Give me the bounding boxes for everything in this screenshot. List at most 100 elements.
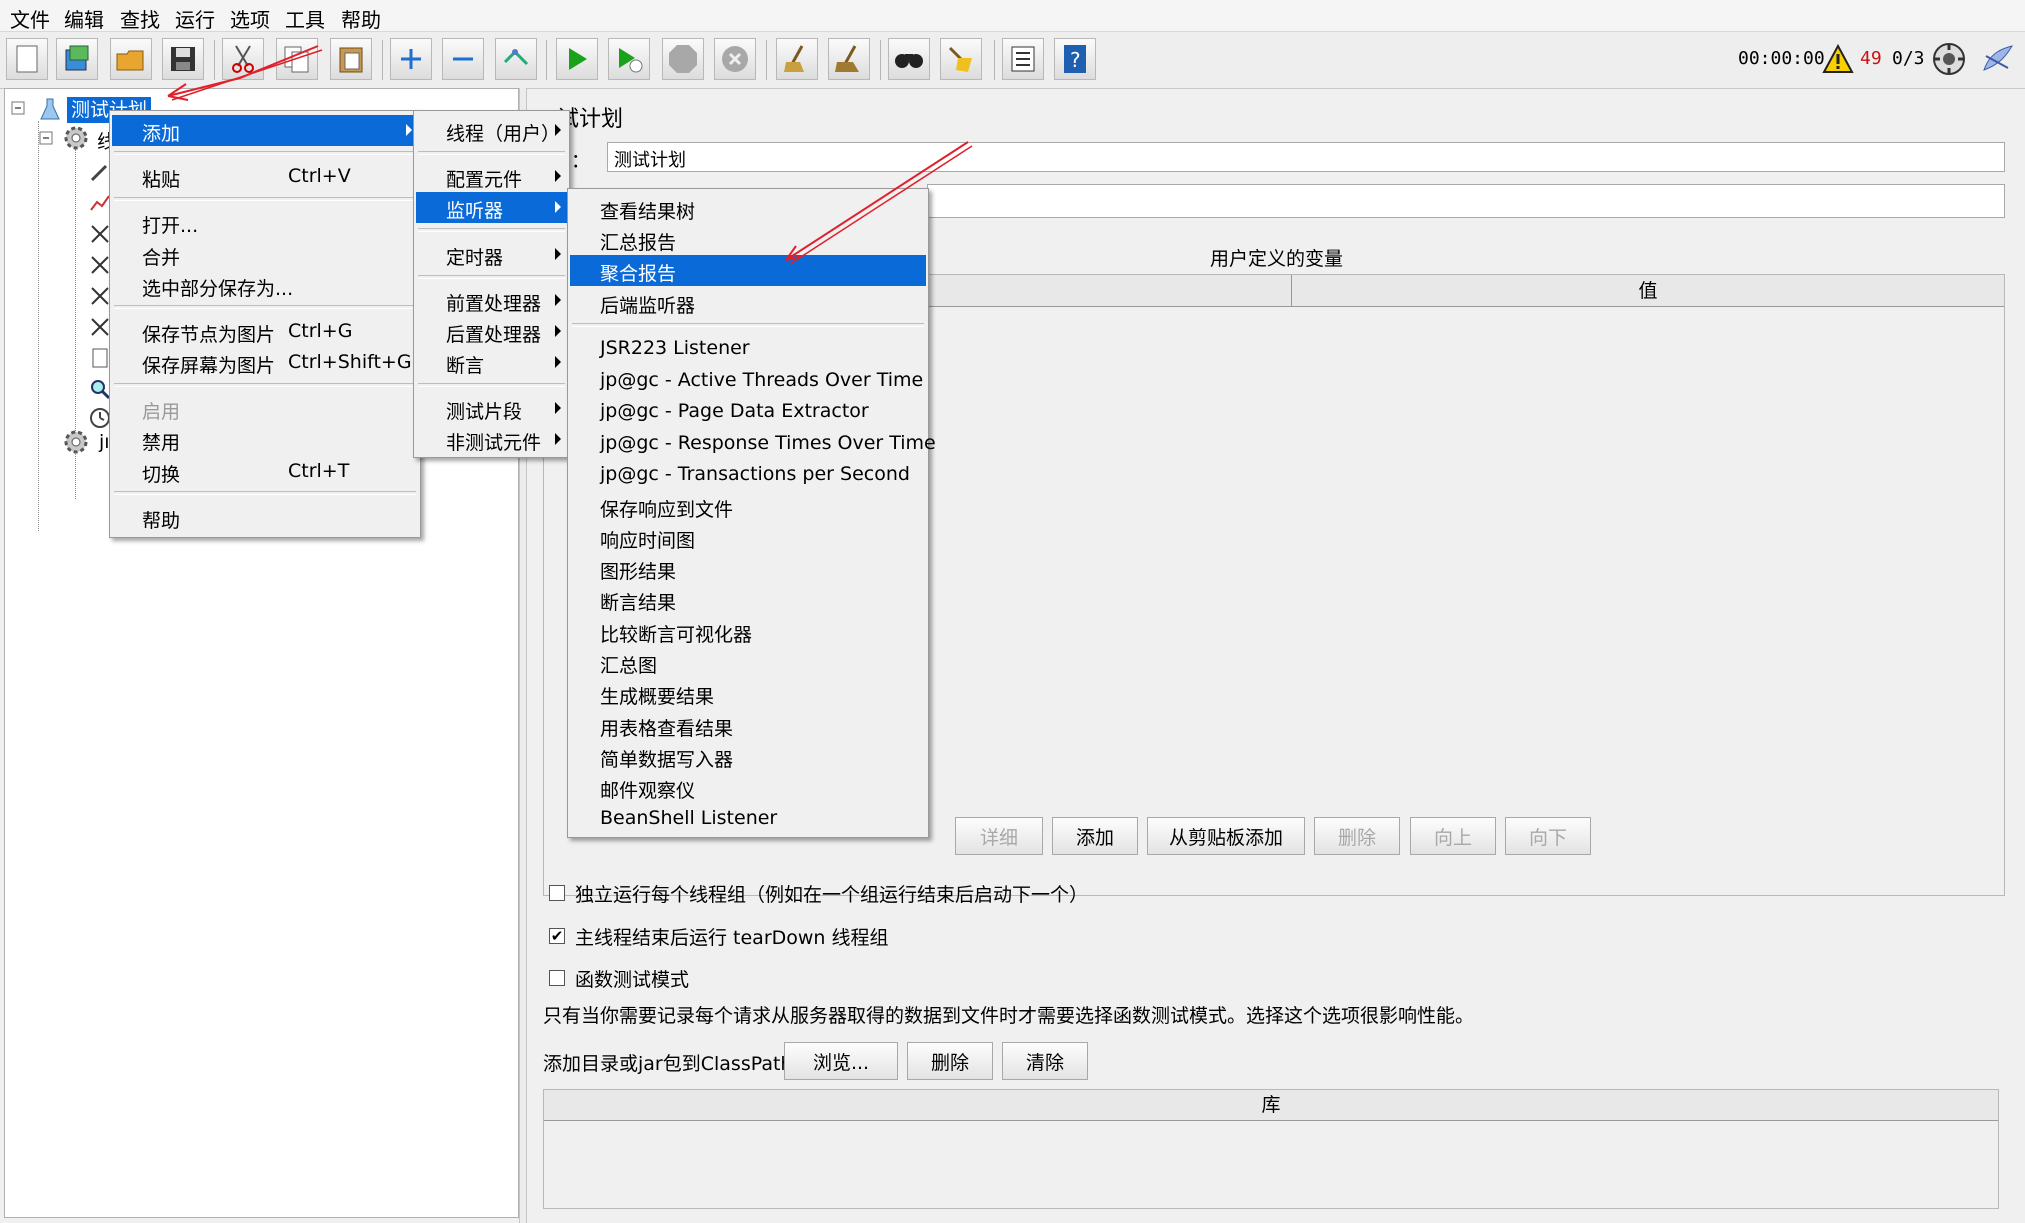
tree-node-second[interactable]: jı [99,431,110,453]
listener-response-time-graph[interactable]: 响应时间图 [570,522,926,553]
listener-mailer-visualizer[interactable]: 邮件观察仪 [570,772,926,803]
context-item-save-selection[interactable]: 选中部分保存为... [112,270,418,301]
listener-aggregate-graph[interactable]: 汇总图 [570,647,926,678]
tree-collapse-toggle[interactable] [11,101,27,117]
detail-button[interactable]: 详细 [955,817,1043,855]
clear-icon[interactable] [776,38,818,80]
add-button[interactable]: 添加 [1052,817,1138,855]
listener-generate-summary[interactable]: 生成概要结果 [570,678,926,709]
copy-icon[interactable] [276,38,318,80]
context-item-merge[interactable]: 合并 [112,239,418,270]
listener-view-results-table[interactable]: 用表格查看结果 [570,710,926,741]
add-item-threads[interactable]: 线程（用户） [416,115,567,146]
context-item-toggle[interactable]: 切换 Ctrl+T [112,456,418,487]
menu-help[interactable]: 帮助 [341,4,381,33]
listener-response-times[interactable]: jp@gc - Response Times Over Time [570,428,936,459]
functional-mode-note: 只有当你需要记录每个请求从服务器取得的数据到文件时才需要选择函数测试模式。选择这… [543,1005,1475,1027]
add-item-timer[interactable]: 定时器 [416,239,567,270]
menu-file[interactable]: 文件 [10,4,50,33]
classpath-clear-button[interactable]: 清除 [1002,1042,1088,1080]
warning-icon[interactable] [1822,44,1854,74]
listener-simple-data-writer[interactable]: 简单数据写入器 [570,741,926,772]
listener-beanshell[interactable]: BeanShell Listener [570,803,926,834]
remote-engines-icon[interactable] [1932,42,1966,76]
comments-field[interactable] [927,184,2005,218]
menu-edit[interactable]: 编辑 [64,4,104,33]
tree-expand-toggle[interactable] [39,131,53,145]
listener-summary-report[interactable]: 汇总报告 [570,224,926,255]
cut-icon[interactable] [222,38,264,80]
context-item-disable[interactable]: 禁用 [112,424,418,455]
context-item-add[interactable]: 添加 [112,115,418,146]
start-no-pauses-icon[interactable] [608,38,650,80]
add-item-test-fragment[interactable]: 测试片段 [416,393,567,424]
function-helper-icon[interactable] [1002,38,1044,80]
listener-assertion-results[interactable]: 断言结果 [570,584,926,615]
listener-view-results-tree[interactable]: 查看结果树 [570,193,926,224]
listener-page-data-extractor[interactable]: jp@gc - Page Data Extractor [570,396,926,427]
start-icon[interactable] [556,38,598,80]
menu-tools[interactable]: 工具 [285,4,325,33]
run-groups-consecutively-checkbox[interactable] [549,885,565,901]
library-table[interactable]: 库 [543,1089,1999,1209]
save-icon[interactable] [162,38,204,80]
paste-icon[interactable] [330,38,372,80]
add-item-assertion[interactable]: 断言 [416,347,567,378]
log-viewer-icon[interactable] [1980,42,2016,76]
add-item-post-processor[interactable]: 后置处理器 [416,316,567,347]
reset-search-icon[interactable] [940,38,982,80]
variables-title: 用户定义的变量 [1210,248,1344,270]
col-value-header[interactable]: 值 [1292,275,2004,307]
expand-icon[interactable] [390,38,432,80]
menu-search[interactable]: 查找 [120,4,160,33]
name-field[interactable]: 测试计划 [607,142,2005,172]
open-icon[interactable] [110,38,152,80]
sampler-icon [91,225,109,243]
add-submenu: 线程（用户） 配置元件 监听器 定时器 前置处理器 后置处理器 断言 测试片段 … [413,110,570,458]
functional-mode-label: 函数测试模式 [575,969,690,991]
menu-run[interactable]: 运行 [175,4,215,33]
context-item-save-screen-image[interactable]: 保存屏幕为图片 Ctrl+Shift+G [112,347,418,378]
menu-options[interactable]: 选项 [230,4,270,33]
search-icon[interactable] [888,38,930,80]
delete-button[interactable]: 删除 [1314,817,1400,855]
listener-comparison-assertion[interactable]: 比较断言可视化器 [570,616,926,647]
browse-button[interactable]: 浏览... [784,1042,898,1080]
listener-active-threads[interactable]: jp@gc - Active Threads Over Time [570,365,926,396]
toggle-icon[interactable] [495,38,537,80]
listener-graph-results[interactable]: 图形结果 [570,553,926,584]
add-from-clipboard-button[interactable]: 从剪贴板添加 [1147,817,1305,855]
shutdown-icon[interactable] [714,38,756,80]
clear-all-icon[interactable] [828,38,870,80]
context-item-open[interactable]: 打开... [112,207,418,238]
listener-backend-listener[interactable]: 后端监听器 [570,287,926,318]
listener-save-responses[interactable]: 保存响应到文件 [570,491,926,522]
functional-mode-checkbox[interactable] [549,970,565,986]
library-header[interactable]: 库 [544,1090,1998,1121]
add-item-listener[interactable]: 监听器 [416,192,567,223]
templates-icon[interactable] [56,38,98,80]
new-icon[interactable] [6,38,48,80]
classpath-delete-button[interactable]: 删除 [907,1042,993,1080]
listener-transactions-per-second[interactable]: jp@gc - Transactions per Second [570,459,926,490]
help-icon[interactable]: ? [1054,38,1096,80]
stop-icon[interactable] [662,38,704,80]
gear-icon [64,430,88,454]
listener-aggregate-report[interactable]: 聚合报告 [570,255,926,286]
thread-count: 0/3 [1892,48,1925,69]
add-item-pre-processor[interactable]: 前置处理器 [416,285,567,316]
move-down-button[interactable]: 向下 [1505,817,1591,855]
collapse-icon[interactable] [442,38,484,80]
context-item-help[interactable]: 帮助 [112,502,418,533]
add-item-non-test-elements[interactable]: 非测试元件 [416,424,567,455]
move-up-button[interactable]: 向上 [1410,817,1496,855]
context-item-enable[interactable]: 启用 [112,393,418,424]
context-item-paste[interactable]: 粘贴 Ctrl+V [112,161,418,192]
flask-icon [40,98,60,120]
sampler-icon [91,318,109,336]
add-item-config-element[interactable]: 配置元件 [416,161,567,192]
teardown-checkbox[interactable]: ✔ [549,928,565,944]
svg-text:?: ? [1070,48,1081,72]
context-item-save-node-image[interactable]: 保存节点为图片 Ctrl+G [112,316,418,347]
listener-jsr223[interactable]: JSR223 Listener [570,333,926,364]
